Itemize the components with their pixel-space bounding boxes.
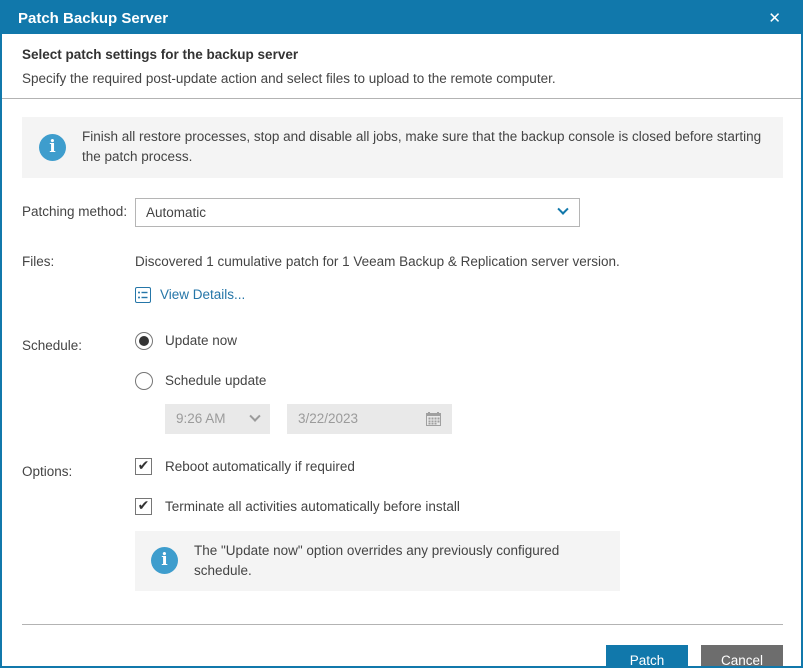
patching-method-label: Patching method:: [22, 203, 128, 219]
radio-schedule-update[interactable]: Schedule update: [135, 371, 452, 390]
details-list-icon: [135, 286, 151, 303]
radio-update-now[interactable]: Update now: [135, 331, 452, 350]
schedule-time-select[interactable]: 9:26 AM: [165, 403, 270, 434]
files-label: Files:: [22, 253, 55, 269]
view-details-label: View Details...: [160, 287, 246, 302]
schedule-row: Schedule: Update now Schedule update 9:2…: [22, 331, 783, 434]
radio-schedule-update-label: Schedule update: [165, 373, 267, 388]
checkbox-terminate-label: Terminate all activities automatically b…: [165, 498, 460, 514]
close-icon[interactable]: ✕: [764, 9, 785, 28]
checkbox-icon[interactable]: [135, 497, 152, 515]
info-banner-bottom-text: The "Update now" option overrides any pr…: [194, 542, 560, 578]
chevron-down-icon: [557, 203, 569, 215]
schedule-date-input[interactable]: 3/22/2023: [287, 403, 452, 434]
patching-method-select[interactable]: Automatic: [135, 197, 580, 227]
patching-method-value: Automatic: [146, 204, 207, 220]
checkbox-terminate-activities[interactable]: Terminate all activities automatically b…: [135, 497, 460, 515]
calendar-icon: [426, 411, 441, 426]
chevron-down-icon: [249, 410, 261, 422]
options-row: Options: Reboot automatically if require…: [22, 457, 783, 515]
view-details-link[interactable]: View Details...: [135, 286, 783, 303]
schedule-time-value: 9:26 AM: [176, 411, 226, 426]
checkbox-reboot-label: Reboot automatically if required: [165, 458, 355, 474]
page-subtitle: Specify the required post-update action …: [22, 71, 556, 86]
schedule-datetime-fields: 9:26 AM 3/22/2023: [165, 403, 452, 434]
page-title: Select patch settings for the backup ser…: [22, 47, 299, 62]
info-icon: i: [39, 133, 66, 161]
info-banner-top-text: Finish all restore processes, stop and d…: [82, 129, 762, 165]
info-icon: i: [151, 547, 178, 575]
info-banner-top: i Finish all restore processes, stop and…: [22, 117, 783, 178]
options-label: Options:: [22, 463, 73, 479]
cancel-button[interactable]: Cancel: [701, 645, 783, 666]
checkbox-reboot-automatically[interactable]: Reboot automatically if required: [135, 457, 460, 475]
patch-backup-server-dialog: Patch Backup Server ✕ Select patch setti…: [0, 0, 803, 668]
dialog-header: Select patch settings for the backup ser…: [2, 34, 801, 99]
files-row: Files: Discovered 1 cumulative patch for…: [22, 254, 783, 269]
radio-icon[interactable]: [135, 371, 153, 390]
checkbox-icon[interactable]: [135, 457, 152, 475]
dialog-footer: Patch Cancel: [2, 625, 801, 666]
radio-icon[interactable]: [135, 331, 153, 350]
patch-button[interactable]: Patch: [606, 645, 688, 666]
dialog-title: Patch Backup Server: [18, 9, 169, 27]
schedule-options: Update now Schedule update 9:26 AM 3/22/…: [135, 331, 452, 434]
radio-update-now-label: Update now: [165, 333, 238, 348]
schedule-label: Schedule:: [22, 337, 83, 353]
dialog-titlebar: Patch Backup Server ✕: [2, 2, 801, 34]
schedule-date-value: 3/22/2023: [298, 411, 359, 426]
info-banner-bottom: i The "Update now" option overrides any …: [135, 530, 620, 591]
dialog-body: i Finish all restore processes, stop and…: [2, 99, 801, 625]
options-checkboxes: Reboot automatically if required Termina…: [135, 457, 460, 515]
patching-method-row: Patching method: Automatic: [22, 197, 783, 227]
files-text: Discovered 1 cumulative patch for 1 Veea…: [135, 253, 620, 269]
